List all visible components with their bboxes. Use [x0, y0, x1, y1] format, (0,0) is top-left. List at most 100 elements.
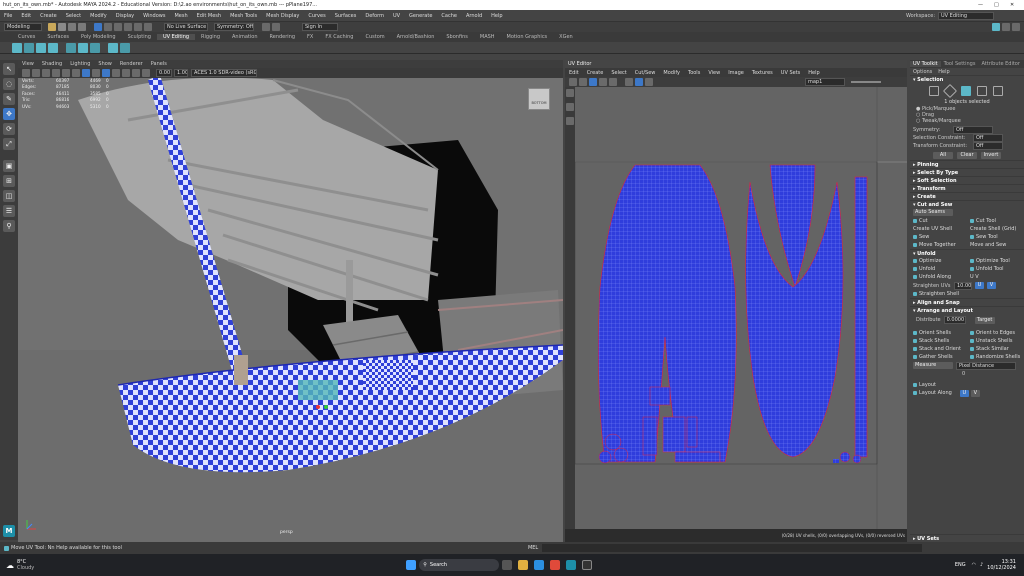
- uvtk-menu-options[interactable]: Options: [913, 69, 932, 75]
- command-line-input[interactable]: [542, 544, 923, 552]
- stack-and-orient-button[interactable]: Stack and Orient: [910, 345, 967, 353]
- start-button-icon[interactable]: [406, 560, 417, 570]
- section-arrange-and-layout[interactable]: ▾ Arrange and Layout: [910, 306, 1024, 314]
- taskbar-search[interactable]: ⚲ Search: [419, 559, 500, 571]
- orient-to-edges-button[interactable]: Orient to Edges: [967, 329, 1024, 337]
- uv-menu-modify[interactable]: Modify: [663, 70, 680, 76]
- rotate-tool-icon[interactable]: ⟳: [3, 123, 15, 135]
- paint-select-icon[interactable]: ✎: [3, 93, 15, 105]
- menu-file[interactable]: File: [4, 13, 12, 19]
- section-align-and-snap[interactable]: ▸ Align and Snap: [910, 298, 1024, 306]
- uv-menu-select[interactable]: Select: [611, 70, 626, 76]
- ipr-icon[interactable]: [272, 23, 280, 31]
- vp-menu-show[interactable]: Show: [98, 61, 112, 67]
- minimize-button[interactable]: —: [978, 2, 994, 8]
- menu-display[interactable]: Display: [116, 13, 134, 19]
- edge-browser-icon[interactable]: [534, 560, 545, 570]
- menu-mesh-display[interactable]: Mesh Display: [266, 13, 299, 19]
- menu-edit-mesh[interactable]: Edit Mesh: [197, 13, 221, 19]
- move-tool-icon[interactable]: ✥: [3, 108, 15, 120]
- straighten-v-toggle[interactable]: V: [987, 282, 996, 289]
- vp-menu-lighting[interactable]: Lighting: [70, 61, 90, 67]
- section-select-by-type[interactable]: ▸ Select By Type: [910, 168, 1024, 176]
- uv-snap-icon[interactable]: [579, 78, 587, 86]
- menu-mesh-tools[interactable]: Mesh Tools: [230, 13, 257, 19]
- sew-button[interactable]: Sew: [910, 233, 967, 241]
- section-selection[interactable]: ▾ Selection: [910, 75, 1024, 83]
- lasso-tool-icon[interactable]: ◌: [3, 78, 15, 90]
- render-icon[interactable]: [262, 23, 270, 31]
- vp-menu-renderer[interactable]: Renderer: [120, 61, 143, 67]
- clear-selection-button[interactable]: Clear: [957, 151, 977, 159]
- image-plane-icon[interactable]: [52, 69, 60, 77]
- color-space-dropdown[interactable]: ACES 1.0 SDR-video (sRGB): [191, 69, 257, 77]
- uv-side-tool-3-icon[interactable]: [566, 117, 574, 125]
- shelf-tab-uv-editing[interactable]: UV Editing: [156, 34, 196, 40]
- weather-icon[interactable]: ☁: [6, 561, 14, 570]
- menu-edit[interactable]: Edit: [21, 13, 31, 19]
- transform-constraint-dropdown[interactable]: Off: [973, 142, 1003, 150]
- measure-dropdown[interactable]: Pixel Distance: [956, 361, 1016, 370]
- language-indicator[interactable]: ENG: [955, 562, 966, 568]
- cut-tool-button[interactable]: Cut Tool: [967, 217, 1024, 225]
- uv-menu-cut-sew[interactable]: Cut/Sew: [635, 70, 656, 76]
- uv-menu-create[interactable]: Create: [587, 70, 604, 76]
- unstack-shells-button[interactable]: Unstack Shells: [967, 337, 1024, 345]
- distribute-field[interactable]: 0.0000: [943, 316, 966, 324]
- measure-button[interactable]: Measure: [913, 362, 953, 369]
- clock-date[interactable]: 10/12/2024: [987, 565, 1016, 571]
- uv-side-tool-1-icon[interactable]: [566, 89, 574, 97]
- grid-toggle-icon[interactable]: [62, 69, 70, 77]
- move-together-button[interactable]: Move Together: [910, 241, 967, 249]
- vp-menu-shading[interactable]: Shading: [42, 61, 62, 67]
- smooth-shade-icon[interactable]: [92, 69, 100, 77]
- task-view-icon[interactable]: [502, 560, 513, 570]
- shelf-tab-arnold[interactable]: Arnold/Bashion: [391, 34, 441, 40]
- create-shell-grid-button[interactable]: Create Shell (Grid): [967, 225, 1024, 233]
- undo-icon[interactable]: [68, 23, 76, 31]
- layout-u-toggle[interactable]: U: [959, 389, 969, 397]
- shelf-tab-surfaces[interactable]: Surfaces: [41, 34, 75, 40]
- section-uv-sets[interactable]: ▸ UV Sets: [910, 534, 1024, 542]
- uv-menu-image[interactable]: Image: [728, 70, 744, 76]
- wireframe-icon[interactable]: [82, 69, 90, 77]
- snap-view-icon[interactable]: [144, 23, 152, 31]
- mode-dropdown[interactable]: Modeling: [4, 23, 42, 31]
- face-mode-icon[interactable]: [961, 86, 971, 96]
- shelf-tab-animation[interactable]: Animation: [226, 34, 264, 40]
- component-mode-icon[interactable]: [104, 23, 112, 31]
- checker-shelf-icon[interactable]: [120, 42, 130, 53]
- mode-tweak-marquee[interactable]: ○ Tweak/Marquee: [916, 118, 1024, 124]
- menu-cache[interactable]: Cache: [441, 13, 457, 19]
- perspective-viewport[interactable]: View Shading Lighting Show Renderer Pane…: [18, 60, 563, 542]
- view-cube[interactable]: BOTTOM: [528, 88, 550, 110]
- menu-mesh[interactable]: Mesh: [174, 13, 187, 19]
- search-icon[interactable]: ⚲: [3, 220, 15, 232]
- live-surface-dropdown[interactable]: No Live Surface: [164, 23, 208, 31]
- uv-menu-edit[interactable]: Edit: [569, 70, 579, 76]
- unfold-tool-button[interactable]: Unfold Tool: [967, 265, 1024, 273]
- layout-along-button[interactable]: Layout Along U V: [910, 389, 1024, 397]
- shelf-tab-rendering[interactable]: Rendering: [264, 34, 302, 40]
- cut-button[interactable]: Cut: [910, 217, 967, 225]
- modeling-toolkit-icon[interactable]: [992, 23, 1000, 31]
- straighten-uvs-button[interactable]: Straighten UVs: [913, 283, 951, 289]
- shelf-tab-mash[interactable]: MASH: [474, 34, 501, 40]
- snap-point-icon[interactable]: [134, 23, 142, 31]
- auto-map-shelf-icon[interactable]: [48, 42, 58, 53]
- scale-tool-icon[interactable]: ⤢: [3, 138, 15, 150]
- section-unfold[interactable]: ▾ Unfold: [910, 249, 1024, 257]
- sign-in-button[interactable]: Sign In: [302, 23, 338, 31]
- shelf-tab-fx-caching[interactable]: FX Caching: [319, 34, 359, 40]
- maya-taskbar-icon[interactable]: [566, 560, 577, 570]
- randomize-shells-button[interactable]: Randomize Shells: [967, 353, 1024, 361]
- shelf-tab-poly-modeling[interactable]: Poly Modeling: [75, 34, 122, 40]
- unfold-shelf-icon[interactable]: [90, 42, 100, 53]
- section-cut-and-sew[interactable]: ▾ Cut and Sew: [910, 200, 1024, 208]
- shelf-tab-sbonfins[interactable]: Sbonfins: [440, 34, 474, 40]
- menu-curves[interactable]: Curves: [308, 13, 325, 19]
- folder-icon[interactable]: [48, 23, 56, 31]
- select-mode-icon[interactable]: [94, 23, 102, 31]
- uv-toolkit-shelf-icon[interactable]: [24, 42, 34, 53]
- distribute-button[interactable]: Distribute: [916, 317, 941, 323]
